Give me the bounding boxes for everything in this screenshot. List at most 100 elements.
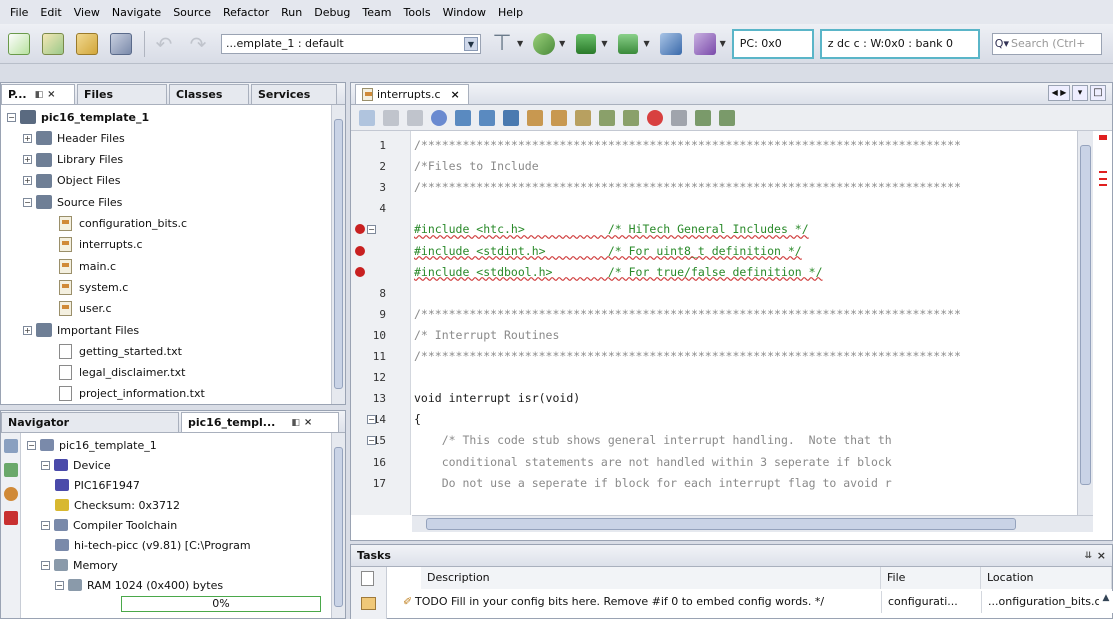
menu-run[interactable]: Run: [275, 6, 308, 19]
pdf-icon[interactable]: [4, 511, 18, 525]
set-project-config-button[interactable]: ⊤: [487, 29, 517, 59]
expand-icon[interactable]: +: [23, 133, 32, 143]
tree-item[interactable]: PIC16F1947: [55, 475, 140, 495]
close-icon[interactable]: ×: [1097, 549, 1106, 562]
minimize-icon[interactable]: ⇊: [1084, 551, 1092, 561]
search-input[interactable]: Q▾ Search (Ctrl+: [991, 32, 1102, 55]
menu-source[interactable]: Source: [167, 6, 217, 19]
menu-file[interactable]: File: [4, 6, 34, 19]
scroll-thumb[interactable]: [426, 518, 1016, 530]
minimize-icon[interactable]: ◧: [291, 418, 300, 428]
tree-item[interactable]: − Device: [41, 455, 111, 475]
hold-in-reset-button[interactable]: [656, 29, 686, 59]
menu-window[interactable]: Window: [437, 6, 492, 19]
expand-icon[interactable]: +: [23, 325, 32, 335]
tree-item[interactable]: interrupts.c: [59, 235, 143, 255]
back-icon[interactable]: [407, 109, 423, 126]
chevron-down-icon[interactable]: ▼: [559, 39, 565, 48]
collapse-icon[interactable]: −: [7, 112, 16, 122]
read-device-button[interactable]: [613, 29, 643, 59]
tree-item[interactable]: configuration_bits.c: [59, 214, 187, 234]
scroll-up-icon[interactable]: ▲: [1100, 593, 1112, 611]
tree-item[interactable]: + Object Files: [23, 171, 120, 191]
editor-vertical-scrollbar[interactable]: [1077, 131, 1093, 515]
find-icon[interactable]: [431, 109, 447, 126]
column-header-description[interactable]: Description: [421, 567, 881, 589]
tree-item[interactable]: + Library Files: [23, 150, 123, 170]
new-file-button[interactable]: [4, 29, 34, 59]
menu-refactor[interactable]: Refactor: [217, 6, 275, 19]
tree-item[interactable]: project_information.txt: [59, 384, 205, 404]
error-icon[interactable]: [355, 245, 365, 256]
menu-debug[interactable]: Debug: [308, 6, 356, 19]
tab-dashboard[interactable]: pic16_templ... ◧ ×: [181, 412, 339, 432]
expand-icon[interactable]: +: [23, 155, 32, 165]
tree-item[interactable]: + Important Files: [23, 320, 139, 340]
tree-item[interactable]: − pic16_template_1: [7, 107, 149, 127]
tree-item[interactable]: + Header Files: [23, 128, 125, 148]
code-fold-icon[interactable]: −: [367, 225, 376, 235]
previous-bookmark-icon[interactable]: [527, 109, 543, 126]
close-icon[interactable]: ×: [47, 89, 55, 100]
tree-item[interactable]: − pic16_template_1: [27, 435, 157, 455]
program-device-button[interactable]: [571, 29, 601, 59]
new-project-button[interactable]: [38, 29, 68, 59]
menu-team[interactable]: Team: [356, 6, 397, 19]
configuration-select[interactable]: ...emplate_1 : default ▼: [221, 33, 481, 54]
refresh-icon[interactable]: [4, 463, 18, 477]
menu-help[interactable]: Help: [492, 6, 529, 19]
filter-icon[interactable]: [361, 571, 374, 586]
error-icon[interactable]: [355, 266, 365, 277]
start-macro-icon[interactable]: [647, 109, 663, 126]
tree-item[interactable]: − Source Files: [23, 192, 122, 212]
column-header-file[interactable]: File: [881, 567, 981, 589]
tree-item[interactable]: user.c: [59, 299, 112, 319]
info-icon[interactable]: [4, 487, 18, 501]
collapse-icon[interactable]: −: [41, 560, 50, 570]
menu-navigate[interactable]: Navigate: [106, 6, 167, 19]
comment-icon[interactable]: [695, 109, 711, 126]
shift-right-icon[interactable]: [623, 109, 639, 126]
tab-classes[interactable]: Classes: [169, 84, 249, 104]
chevron-down-icon[interactable]: ▼: [464, 36, 478, 51]
collapse-icon[interactable]: −: [41, 460, 50, 470]
redo-button[interactable]: ↷: [183, 29, 213, 59]
code-area[interactable]: /***************************************…: [412, 131, 1076, 515]
close-icon[interactable]: ×: [304, 417, 312, 428]
maximize-icon[interactable]: □: [1090, 85, 1106, 101]
open-project-button[interactable]: [72, 29, 102, 59]
minimize-icon[interactable]: ◧: [35, 90, 44, 100]
scroll-thumb[interactable]: [1080, 145, 1091, 485]
clean-build-button[interactable]: [529, 29, 559, 59]
toggle-bookmark-icon[interactable]: [575, 109, 591, 126]
error-marker[interactable]: [1099, 171, 1107, 173]
chevron-down-icon[interactable]: ▼: [517, 39, 523, 48]
undo-button[interactable]: ↶: [149, 29, 179, 59]
uncomment-icon[interactable]: [719, 109, 735, 126]
tree-item[interactable]: − Compiler Toolchain: [41, 515, 177, 535]
code-fold-icon[interactable]: −: [367, 415, 376, 425]
error-marker[interactable]: [1099, 135, 1107, 140]
shift-left-icon[interactable]: [599, 109, 615, 126]
menu-view[interactable]: View: [68, 6, 106, 19]
chevron-down-icon[interactable]: ▼: [601, 39, 607, 48]
tree-item[interactable]: hi-tech-picc (v9.81) [C:\Program: [55, 535, 251, 555]
tree-item[interactable]: getting_started.txt: [59, 341, 182, 361]
toggle-highlight-icon[interactable]: [503, 109, 519, 126]
error-marker[interactable]: [1099, 184, 1107, 186]
collapse-icon[interactable]: −: [55, 580, 64, 590]
chevron-down-icon[interactable]: ▼: [643, 39, 649, 48]
collapse-icon[interactable]: −: [23, 197, 32, 207]
tab-projects[interactable]: P... ◧ ×: [1, 84, 75, 104]
tree-item[interactable]: main.c: [59, 256, 116, 276]
source-view-icon[interactable]: [359, 109, 375, 126]
scroll-tabs-icon[interactable]: ◀ ▶: [1048, 85, 1070, 101]
save-all-button[interactable]: [106, 29, 136, 59]
tab-interrupts-c[interactable]: interrupts.c ×: [355, 84, 469, 104]
scroll-thumb[interactable]: [334, 119, 343, 389]
stop-macro-icon[interactable]: [671, 109, 687, 126]
error-marker[interactable]: [1099, 178, 1107, 180]
debug-project-button[interactable]: [690, 29, 720, 59]
close-icon[interactable]: ×: [451, 88, 460, 101]
find-previous-icon[interactable]: [455, 109, 471, 126]
